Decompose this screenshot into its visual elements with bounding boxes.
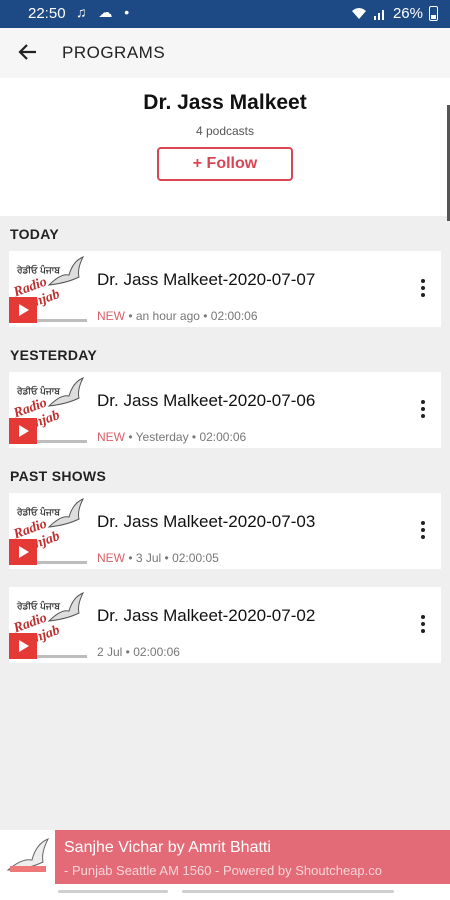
progress-bar xyxy=(37,655,87,658)
episode-thumbnail: ਰੇਡੀਓ ਪੰਜਾਬ Radio Punjab xyxy=(9,498,87,565)
episode-meta: NEW • an hour ago • 02:00:06 xyxy=(97,309,258,323)
player-artwork xyxy=(0,830,55,884)
mini-player[interactable]: Sanjhe Vichar by Amrit Bhatti - Punjab S… xyxy=(0,830,450,884)
program-name: Dr. Jass Malkeet xyxy=(143,91,307,114)
episode-info: • 3 Jul • 02:00:05 xyxy=(125,551,219,565)
wifi-icon xyxy=(351,8,366,19)
episode-info: • an hour ago • 02:00:06 xyxy=(125,309,258,323)
follow-button[interactable]: + Follow xyxy=(157,147,293,181)
episode-card[interactable]: ਰੇਡੀਓ ਪੰਜਾਬ Radio Punjab Dr. Jass Malkee… xyxy=(9,372,441,448)
new-badge: NEW xyxy=(97,430,125,444)
section-past-shows: PAST SHOWS xyxy=(10,468,107,484)
nav-hint xyxy=(284,890,394,893)
episode-title: Dr. Jass Malkeet-2020-07-03 xyxy=(97,512,316,531)
status-bar: 22:50 ♫ ☁ • 26% xyxy=(0,0,450,28)
more-vert-icon[interactable] xyxy=(419,400,427,422)
section-today: TODAY xyxy=(10,226,59,242)
episode-card[interactable]: ਰੇਡੀਓ ਪੰਜਾਬ Radio Punjab Dr. Jass Malkee… xyxy=(9,251,441,327)
episode-meta: 2 Jul • 02:00:06 xyxy=(97,645,180,659)
system-nav-bar xyxy=(0,884,450,900)
more-vert-icon[interactable] xyxy=(419,279,427,301)
episode-title: Dr. Jass Malkeet-2020-07-02 xyxy=(97,606,316,625)
app-bar: PROGRAMS xyxy=(0,28,450,78)
progress-bar xyxy=(37,440,87,443)
dove-icon xyxy=(47,256,85,286)
progress-bar xyxy=(37,561,87,564)
battery-percent: 26% xyxy=(392,5,423,22)
notification-icons: ♫ ☁ • xyxy=(76,4,134,20)
episode-card[interactable]: ਰੇਡੀਓ ਪੰਜਾਬ Radio Punjab Dr. Jass Malkee… xyxy=(9,493,441,569)
play-icon[interactable] xyxy=(9,297,37,323)
nav-hint xyxy=(182,890,292,893)
more-vert-icon[interactable] xyxy=(419,521,427,543)
play-icon[interactable] xyxy=(9,539,37,565)
now-playing-station: - Punjab Seattle AM 1560 - Powered by Sh… xyxy=(64,863,382,878)
play-icon[interactable] xyxy=(9,418,37,444)
play-icon[interactable] xyxy=(9,633,37,659)
episode-info: 2 Jul • 02:00:06 xyxy=(97,645,180,659)
episode-thumbnail: ਰੇਡੀਓ ਪੰਜਾਬ Radio Punjab xyxy=(9,592,87,659)
more-vert-icon[interactable] xyxy=(419,615,427,637)
episode-info: • Yesterday • 02:00:06 xyxy=(125,430,247,444)
episode-meta: NEW • 3 Jul • 02:00:05 xyxy=(97,551,219,565)
section-yesterday: YESTERDAY xyxy=(10,347,97,363)
nav-hint xyxy=(58,890,168,893)
signal-icon xyxy=(373,10,384,20)
battery-icon xyxy=(429,6,438,21)
progress-bar xyxy=(37,319,87,322)
status-time: 22:50 xyxy=(28,5,66,22)
dove-icon xyxy=(6,838,50,872)
page-title: PROGRAMS xyxy=(62,43,166,62)
back-arrow-icon[interactable] xyxy=(14,38,42,66)
status-right: 26% xyxy=(351,5,438,22)
episode-thumbnail: ਰੇਡੀਓ ਪੰਜਾਬ Radio Punjab xyxy=(9,377,87,444)
episode-title: Dr. Jass Malkeet-2020-07-07 xyxy=(97,270,316,289)
now-playing-title: Sanjhe Vichar by Amrit Bhatti xyxy=(64,839,271,856)
episode-thumbnail: ਰੇਡੀਓ ਪੰਜਾਬ Radio Punjab xyxy=(9,256,87,323)
dove-icon xyxy=(47,592,85,622)
dove-icon xyxy=(47,377,85,407)
new-badge: NEW xyxy=(97,309,125,323)
program-header: Dr. Jass Malkeet 4 podcasts + Follow xyxy=(0,78,450,216)
podcast-count: 4 podcasts xyxy=(195,124,255,138)
new-badge: NEW xyxy=(97,551,125,565)
episode-meta: NEW • Yesterday • 02:00:06 xyxy=(97,430,246,444)
episode-card[interactable]: ਰੇਡੀਓ ਪੰਜਾਬ Radio Punjab Dr. Jass Malkee… xyxy=(9,587,441,663)
episode-title: Dr. Jass Malkeet-2020-07-06 xyxy=(97,391,316,410)
dove-icon xyxy=(47,498,85,528)
